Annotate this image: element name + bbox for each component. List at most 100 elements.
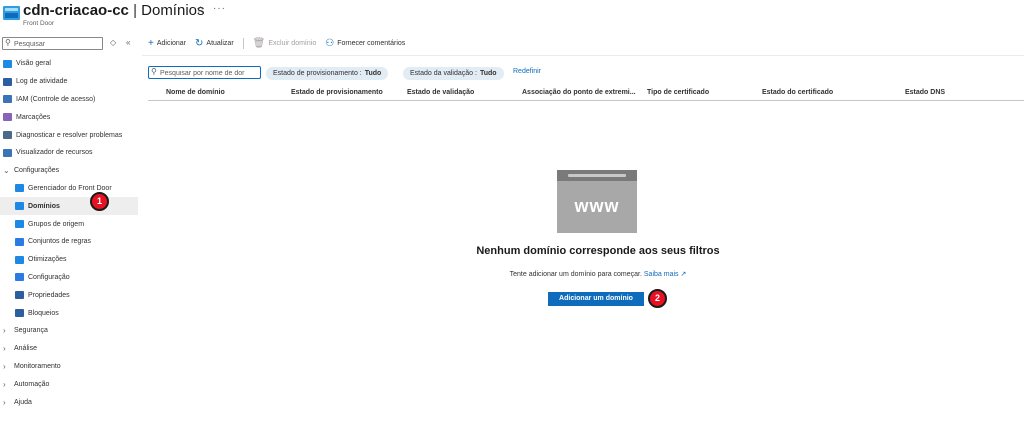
column-header-certificate-type[interactable]: Tipo de certificado (647, 89, 709, 96)
chevron-right-icon: › (3, 326, 6, 336)
sidebar-item-conjuntos-de-regras[interactable]: Conjuntos de regras (0, 233, 138, 251)
more-options-icon[interactable]: ··· (213, 3, 226, 14)
page-title: cdn-criacao-cc | Domínios (23, 2, 205, 19)
sidebar-item-configuracoes[interactable]: ⌄ Configurações (0, 162, 138, 180)
tag-icon (3, 113, 12, 122)
domain-search-input[interactable] (160, 68, 259, 78)
search-icon: ⚲ (151, 67, 157, 76)
plus-icon: + (148, 37, 154, 49)
external-link-icon: ↗ (680, 271, 687, 278)
sidebar-item-label: Ajuda (14, 398, 32, 406)
resource-name: cdn-criacao-cc (23, 2, 129, 19)
provisioning-filter-label: Estado de provisionamento : (273, 70, 362, 77)
feedback-button[interactable]: ⚇ Fornecer comentários (325, 38, 405, 49)
sidebar-item-label: Conjuntos de regras (28, 238, 92, 246)
sidebar-item-label: Otimizações (28, 256, 67, 264)
toolbar-divider (242, 37, 244, 49)
sidebar-item-bloqueios[interactable]: Bloqueios (0, 304, 138, 322)
sidebar-item-seguranca[interactable]: › Segurança (0, 322, 138, 340)
sidebar-item-automacao[interactable]: › Automação (0, 375, 138, 393)
sidebar-item-ajuda[interactable]: › Ajuda (0, 393, 138, 411)
sidebar-item-diagnosticar-e-resolver-problemas[interactable]: Diagnosticar e resolver problemas (0, 126, 138, 144)
column-header-certificate-state[interactable]: Estado do certificado (762, 89, 833, 96)
step-badge-1: 1 (90, 192, 109, 211)
frontdoor-manager-icon (15, 184, 24, 193)
sidebar-item-analise[interactable]: › Análise (0, 340, 138, 358)
add-button[interactable]: + Adicionar (148, 38, 186, 49)
column-header-provisioning-state[interactable]: Estado de provisionamento (291, 89, 383, 96)
lock-icon (15, 309, 24, 318)
people-icon (3, 95, 12, 104)
sidebar-item-label: Configuração (28, 273, 70, 281)
sidebar-item-label: Domínios (28, 202, 60, 210)
sidebar-item-label: Configurações (14, 167, 60, 175)
sidebar-item-label: Análise (14, 345, 37, 353)
cloud-icon (3, 59, 12, 68)
sidebar-item-log-de-atividade[interactable]: Log de atividade (0, 73, 138, 91)
sidebar-item-marcacoes[interactable]: Marcações (0, 108, 138, 126)
add-domain-button[interactable]: Adicionar um domínio (548, 292, 644, 306)
learn-more-label: Saiba mais (643, 271, 679, 278)
toolbar-divider-line (142, 55, 1024, 56)
sidebar-item-dominios[interactable]: Domínios (0, 197, 138, 216)
sidebar-item-configuracao[interactable]: Configuração (0, 269, 138, 287)
log-icon (3, 77, 12, 86)
sidebar-collapse-icon[interactable]: « (126, 38, 130, 47)
column-header-dns-state[interactable]: Estado DNS (905, 89, 945, 96)
validation-filter-value: Tudo (479, 70, 497, 77)
hierarchy-icon (3, 148, 12, 157)
optimizations-icon (15, 255, 24, 264)
column-header-validation-state[interactable]: Estado de validação (407, 89, 474, 96)
sidebar: ⚲ ◇ « Visão geral Log de atividade IAM (Co… (0, 34, 138, 422)
sidebar-nav: Visão geral Log de atividade IAM (Controle… (0, 55, 138, 411)
sidebar-item-otimizacoes[interactable]: Otimizações (0, 251, 138, 269)
add-label: Adicionar (156, 39, 187, 47)
sidebar-item-label: Segurança (14, 327, 48, 335)
delete-domain-button[interactable]: 🗑 Excluir domínio (253, 38, 317, 49)
star-outline-icon[interactable]: ☆ (196, 5, 205, 16)
sidebar-item-visualizador-de-recursos[interactable]: Visualizador de recursos (0, 144, 138, 162)
sidebar-item-monitoramento[interactable]: › Monitoramento (0, 358, 138, 376)
validation-filter-label: Estado da validação : (410, 70, 477, 77)
sidebar-expand-icon[interactable]: ◇ (110, 38, 116, 47)
page-name: Domínios (141, 2, 205, 19)
sidebar-item-propriedades[interactable]: Propriedades (0, 286, 138, 304)
chevron-right-icon: › (3, 361, 6, 371)
empty-state-text: Tente adicionar um domínio para começar.… (418, 270, 778, 278)
sidebar-item-grupos-de-origem[interactable]: Grupos de origem (0, 215, 138, 233)
sidebar-item-visao-geral[interactable]: Visão geral (0, 55, 138, 73)
sidebar-search-input[interactable] (14, 39, 100, 49)
trash-icon: 🗑 (252, 37, 266, 49)
chevron-right-icon: › (3, 379, 6, 389)
origin-groups-icon (15, 220, 24, 229)
sidebar-search[interactable]: ⚲ (2, 37, 103, 50)
rule-sets-icon (15, 237, 24, 246)
sidebar-item-label: Monitoramento (14, 362, 61, 370)
provisioning-state-filter[interactable]: Estado de provisionamento : Tudo (266, 67, 389, 80)
sidebar-item-label: Marcações (16, 113, 51, 121)
www-text: www (574, 196, 620, 216)
sidebar-item-gerenciador-do-front-door[interactable]: Gerenciador do Front Door (0, 180, 138, 198)
column-header-endpoint-association[interactable]: Associação do ponto de extremi... (522, 89, 636, 96)
sidebar-item-label: Visualizador de recursos (16, 149, 93, 157)
delete-label: Excluir domínio (268, 39, 317, 47)
column-header-domain-name[interactable]: Nome de domínio (166, 89, 225, 96)
sidebar-item-label: Gerenciador do Front Door (28, 184, 112, 192)
domains-icon (15, 202, 24, 211)
table-header-divider (148, 100, 1024, 101)
step-badge-2: 2 (648, 289, 667, 308)
chevron-right-icon: › (3, 344, 6, 354)
page-header: cdn-criacao-cc | Domínios Front Door ☆ ·… (0, 0, 1024, 30)
learn-more-link[interactable]: Saiba mais ↗ (644, 271, 686, 278)
sidebar-item-label: Visão geral (16, 60, 51, 68)
feedback-label: Fornecer comentários (337, 39, 406, 47)
reset-filters-link[interactable]: Redefinir (513, 68, 541, 75)
provisioning-filter-value: Tudo (364, 70, 382, 77)
resource-type: Front Door (23, 20, 55, 27)
validation-state-filter[interactable]: Estado da validação : Tudo (403, 67, 504, 80)
sidebar-item-label: Grupos de origem (28, 220, 85, 228)
www-browser-illustration: www (557, 170, 637, 233)
sidebar-item-iam-controle-de-acesso[interactable]: IAM (Controle de acesso) (0, 91, 138, 109)
domain-filter-search[interactable]: ⚲ (148, 66, 261, 79)
refresh-button[interactable]: ↻ Atualizar (195, 38, 234, 49)
